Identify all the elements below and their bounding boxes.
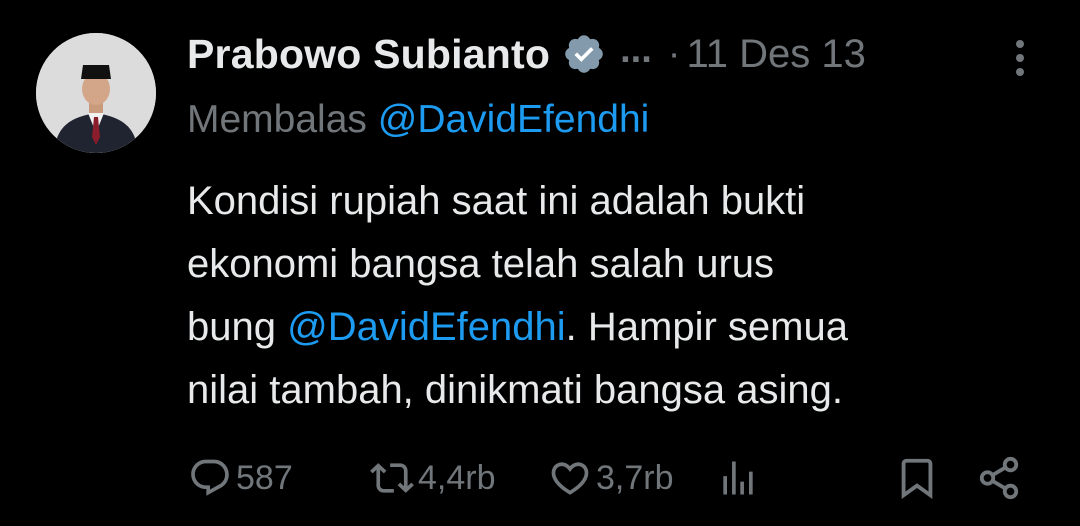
retweet-count: 4,4rb [418,458,496,497]
share-icon [979,456,1019,500]
action-bar: 587 4,4rb 3,7rb [0,450,1080,506]
retweet-icon [370,463,414,493]
replying-to-label: Membalas [187,98,378,141]
replying-to: Membalas @DavidEfendhi [187,98,649,142]
bookmark-button[interactable] [894,450,940,506]
tweet-mention[interactable]: @DavidEfendhi [287,305,566,349]
retweet-button[interactable]: 4,4rb [370,450,496,506]
name-truncation: ... [620,28,652,71]
separator-dot: · [667,32,681,75]
tweet-line-2: ekonomi bangsa telah salah urus [187,242,775,286]
tweet-line-1: Kondisi rupiah saat ini adalah bukti [187,179,806,223]
tweet-header: Prabowo Subianto ... · 11 Des 13 [187,24,866,84]
tweet-line-3-prefix: bung [187,305,288,349]
analytics-icon [723,461,753,495]
heart-icon [551,462,589,495]
reply-button[interactable]: 587 [188,450,293,506]
reply-count: 587 [236,458,293,497]
share-button[interactable] [976,450,1022,506]
tweet-line-3-suffix: . Hampir semua [565,305,848,349]
author-name[interactable]: Prabowo Subianto [187,31,550,78]
reply-icon [191,459,229,496]
tweet-date[interactable]: 11 Des 13 [686,32,865,77]
tweet-text: Kondisi rupiah saat ini adalah bukti eko… [187,170,1047,422]
verified-badge-icon [562,32,606,76]
more-options-icon[interactable] [1008,40,1032,80]
replying-to-mention[interactable]: @DavidEfendhi [378,98,650,141]
bookmark-icon [901,458,933,499]
views-button[interactable] [716,450,760,506]
avatar[interactable] [36,33,156,153]
tweet-line-4: nilai tambah, dinikmati bangsa asing. [187,368,843,412]
tweet-line-3: bung @DavidEfendhi. Hampir semua [187,296,1047,359]
like-count: 3,7rb [596,458,674,497]
like-button[interactable]: 3,7rb [548,450,674,506]
